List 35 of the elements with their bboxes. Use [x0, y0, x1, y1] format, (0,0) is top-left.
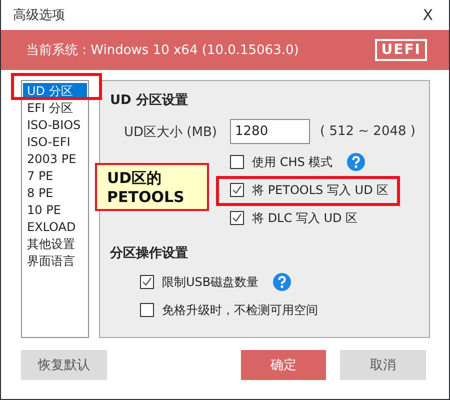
mode-badge: UEFI	[375, 39, 427, 61]
sidebar-item[interactable]: 7 PE	[23, 168, 87, 185]
field-label: UD区大小 (MB)	[124, 124, 218, 140]
checkbox[interactable]	[140, 275, 154, 289]
checkbox[interactable]	[230, 155, 244, 169]
sidebar-item[interactable]: 10 PE	[23, 202, 87, 219]
checkbox-label: 使用 CHS 模式	[252, 154, 333, 170]
help-icon[interactable]	[272, 273, 291, 291]
dialog-button[interactable]: 确定	[240, 350, 326, 380]
sidebar-item[interactable]: 界面语言	[23, 253, 87, 270]
system-info: 当前系统 : Windows 10 x64 (10.0.15063.0)	[26, 42, 299, 59]
sidebar-item[interactable]: ISO-EFI	[23, 134, 87, 151]
callout-note: UD区的 PETOOLS	[95, 163, 209, 211]
size-input[interactable]: 1280	[230, 119, 310, 144]
section-title: UD 分区设置	[110, 92, 189, 109]
close-button[interactable]: X	[422, 6, 433, 24]
sidebar-item[interactable]: 其他设置	[23, 236, 87, 253]
sidebar-item[interactable]: EXLOAD	[23, 219, 87, 236]
sidebar-item[interactable]: 8 PE	[23, 185, 87, 202]
sidebar-item[interactable]: 2003 PE	[23, 151, 87, 168]
checkbox[interactable]	[140, 303, 154, 317]
help-icon[interactable]	[346, 153, 365, 171]
sidebar-item[interactable]: EFI 分区	[23, 100, 87, 117]
window-title: 高级选项	[13, 7, 65, 24]
checkbox-label: 将 PETOOLS 写入 UD 区	[252, 182, 389, 198]
section-title: 分区操作设置	[110, 245, 189, 262]
checkbox[interactable]	[230, 183, 244, 197]
range-hint: ( 512 ~ 2048 )	[320, 124, 416, 139]
dialog-button[interactable]: 恢复默认	[21, 350, 107, 380]
checkbox-label: 限制USB磁盘数量	[162, 274, 259, 290]
checkbox-label: 将 DLC 写入 UD 区	[252, 210, 358, 226]
dialog-button[interactable]: 取消	[340, 350, 426, 380]
checkbox-label: 免格升级时，不检测可用空间	[162, 302, 318, 318]
checkbox[interactable]	[230, 211, 244, 225]
sidebar-item[interactable]: ISO-BIOS	[23, 117, 87, 134]
